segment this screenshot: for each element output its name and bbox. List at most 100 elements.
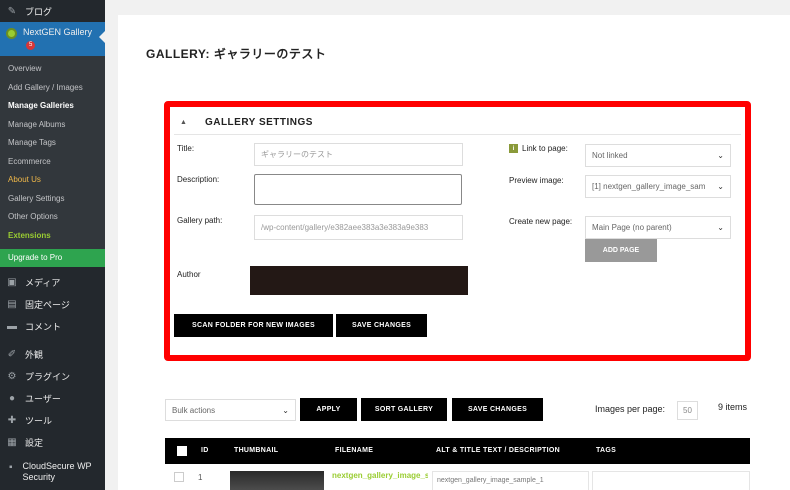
info-icon[interactable]: i <box>509 144 518 153</box>
settings-divider <box>174 134 741 135</box>
pin-icon: ✎ <box>7 5 17 17</box>
update-count-badge: 5 <box>26 41 36 50</box>
column-header-filename[interactable]: FILENAME <box>335 447 373 454</box>
apply-button[interactable]: APPLY <box>300 398 357 421</box>
column-header-alt-title: ALT & TITLE TEXT / DESCRIPTION <box>436 447 560 454</box>
author-redacted-bar <box>250 266 468 295</box>
gallery-settings-title: GALLERY SETTINGS <box>204 117 313 128</box>
submenu-ecommerce[interactable]: Ecommerce <box>0 153 105 172</box>
description-textarea[interactable] <box>254 174 462 205</box>
sort-gallery-button[interactable]: SORT GALLERY <box>361 398 447 421</box>
gallery-path-input[interactable]: /wp-content/gallery/e382aee383a3e383a9e3… <box>254 215 463 240</box>
items-count: 9 items <box>718 402 748 412</box>
link-to-page-label-wrap: i Link to page: <box>509 144 568 153</box>
sidebar-item-label: コメント <box>25 321 62 332</box>
row-checkbox[interactable] <box>174 472 184 482</box>
sidebar-item-label: 固定ページ <box>25 299 70 310</box>
row-alt-text-input[interactable]: nextgen_gallery_image_sample_1 <box>432 471 589 490</box>
chevron-down-icon: ⌄ <box>717 151 724 160</box>
sidebar-item-label: ツール <box>25 415 53 426</box>
add-page-button[interactable]: ADD PAGE <box>585 239 657 262</box>
bulk-actions-select[interactable]: Bulk actions ⌄ <box>165 399 296 421</box>
column-header-thumbnail: THUMBNAIL <box>234 447 279 454</box>
column-header-id[interactable]: ID <box>201 447 209 454</box>
sidebar-item-media[interactable]: ▣ メディア <box>0 271 105 293</box>
preview-image-label: Preview image: <box>509 176 564 185</box>
submenu-manage-galleries[interactable]: Manage Galleries <box>0 97 105 116</box>
submenu-manage-albums[interactable]: Manage Albums <box>0 116 105 135</box>
images-per-page-input[interactable]: 50 <box>677 401 698 420</box>
table-row: 1 nextgen_gallery_image_sa nextgen_galle… <box>165 464 750 490</box>
sidebar-item-settings[interactable]: ▦ 設定 <box>0 431 105 453</box>
description-label: Description: <box>177 175 220 184</box>
submenu-gallery-settings[interactable]: Gallery Settings <box>0 190 105 209</box>
save-changes-toolbar-button[interactable]: SAVE CHANGES <box>452 398 543 421</box>
sidebar-item-blog[interactable]: ✎ ブログ <box>0 0 105 22</box>
sidebar-item-label: 設定 <box>25 437 44 448</box>
collapse-triangle-icon[interactable]: ▲ <box>180 119 187 126</box>
bulk-actions-value: Bulk actions <box>172 405 216 415</box>
sidebar-item-plugins[interactable]: ⚙ プラグイン <box>0 365 105 387</box>
submenu-extensions[interactable]: Extensions <box>0 227 105 246</box>
create-new-page-select[interactable]: Main Page (no parent) ⌄ <box>585 216 731 239</box>
chevron-down-icon: ⌄ <box>717 182 724 191</box>
sidebar-item-label: 外観 <box>25 349 44 360</box>
media-icon: ▣ <box>7 276 17 288</box>
sidebar-item-label: NextGEN Gallery <box>23 27 93 37</box>
sidebar-item-label: ブログ <box>25 6 53 17</box>
submenu-manage-tags[interactable]: Manage Tags <box>0 134 105 153</box>
author-label: Author <box>177 270 201 279</box>
title-input[interactable]: ギャラリーのテスト <box>254 143 463 166</box>
gallery-images-table: ID THUMBNAIL FILENAME ALT & TITLE TEXT /… <box>165 438 750 490</box>
row-id: 1 <box>198 473 203 482</box>
create-new-page-label: Create new page: <box>509 217 573 226</box>
link-to-page-value: Not linked <box>592 151 628 160</box>
sidebar-item-tools[interactable]: ✚ ツール <box>0 409 105 431</box>
sidebar-item-label: ユーザー <box>25 393 61 404</box>
sidebar-item-cloudsecure[interactable]: ▪ CloudSecure WP Security <box>0 457 105 489</box>
appearance-icon: ✐ <box>7 348 17 360</box>
select-all-checkbox[interactable] <box>177 446 187 456</box>
submenu-add-gallery-images[interactable]: Add Gallery / Images <box>0 79 105 98</box>
submenu-about-us[interactable]: About Us <box>0 171 105 190</box>
settings-icon: ▦ <box>7 436 17 448</box>
sidebar-item-appearance[interactable]: ✐ 外観 <box>0 343 105 365</box>
scan-folder-button[interactable]: SCAN FOLDER FOR NEW IMAGES <box>174 314 333 337</box>
plugins-icon: ⚙ <box>7 370 17 382</box>
sidebar-item-nextgen-gallery[interactable]: NextGEN Gallery 5 <box>0 22 105 56</box>
shield-icon: ▪ <box>8 461 13 473</box>
sidebar-item-pages[interactable]: ▤ 固定ページ <box>0 293 105 315</box>
save-changes-button[interactable]: SAVE CHANGES <box>336 314 427 337</box>
sidebar-item-label: メディア <box>25 277 61 288</box>
submenu-other-options[interactable]: Other Options <box>0 208 105 227</box>
column-header-tags: TAGS <box>596 447 617 454</box>
page-title: GALLERY: ギャラリーのテスト <box>146 47 327 61</box>
gallery-path-label: Gallery path: <box>177 216 223 225</box>
tools-icon: ✚ <box>7 414 17 426</box>
link-to-page-select[interactable]: Not linked ⌄ <box>585 144 731 167</box>
submenu-overview[interactable]: Overview <box>0 60 105 79</box>
chevron-down-icon: ⌄ <box>282 405 289 415</box>
preview-image-select[interactable]: [1] nextgen_gallery_image_sam ⌄ <box>585 175 731 198</box>
row-tags-input[interactable] <box>592 471 750 490</box>
table-header-row: ID THUMBNAIL FILENAME ALT & TITLE TEXT /… <box>165 438 750 464</box>
preview-image-value: [1] nextgen_gallery_image_sam <box>592 182 706 191</box>
nextgen-icon <box>6 28 17 39</box>
create-new-page-value: Main Page (no parent) <box>592 223 672 232</box>
users-icon: ● <box>8 392 16 404</box>
sidebar-item-label: プラグイン <box>25 371 71 382</box>
nextgen-submenu: Overview Add Gallery / Images Manage Gal… <box>0 56 105 249</box>
sidebar-item-comments[interactable]: ▬ コメント <box>0 315 105 337</box>
upgrade-to-pro-link[interactable]: Upgrade to Pro <box>0 249 105 267</box>
gallery-settings-header[interactable]: ▲ GALLERY SETTINGS <box>180 117 313 128</box>
row-filename-link[interactable]: nextgen_gallery_image_sa <box>332 471 428 480</box>
row-thumbnail-image[interactable] <box>230 471 324 490</box>
admin-sidebar: ✎ ブログ NextGEN Gallery 5 Overview Add Gal… <box>0 0 105 490</box>
link-to-page-label: Link to page: <box>522 144 568 153</box>
images-per-page-label: Images per page: <box>595 404 666 414</box>
gallery-settings-panel: ▲ GALLERY SETTINGS Title: ギャラリーのテスト Desc… <box>164 101 751 361</box>
title-label: Title: <box>177 144 195 153</box>
sidebar-item-users[interactable]: ● ユーザー <box>0 387 105 409</box>
pages-icon: ▤ <box>7 298 17 310</box>
chevron-down-icon: ⌄ <box>717 223 724 232</box>
